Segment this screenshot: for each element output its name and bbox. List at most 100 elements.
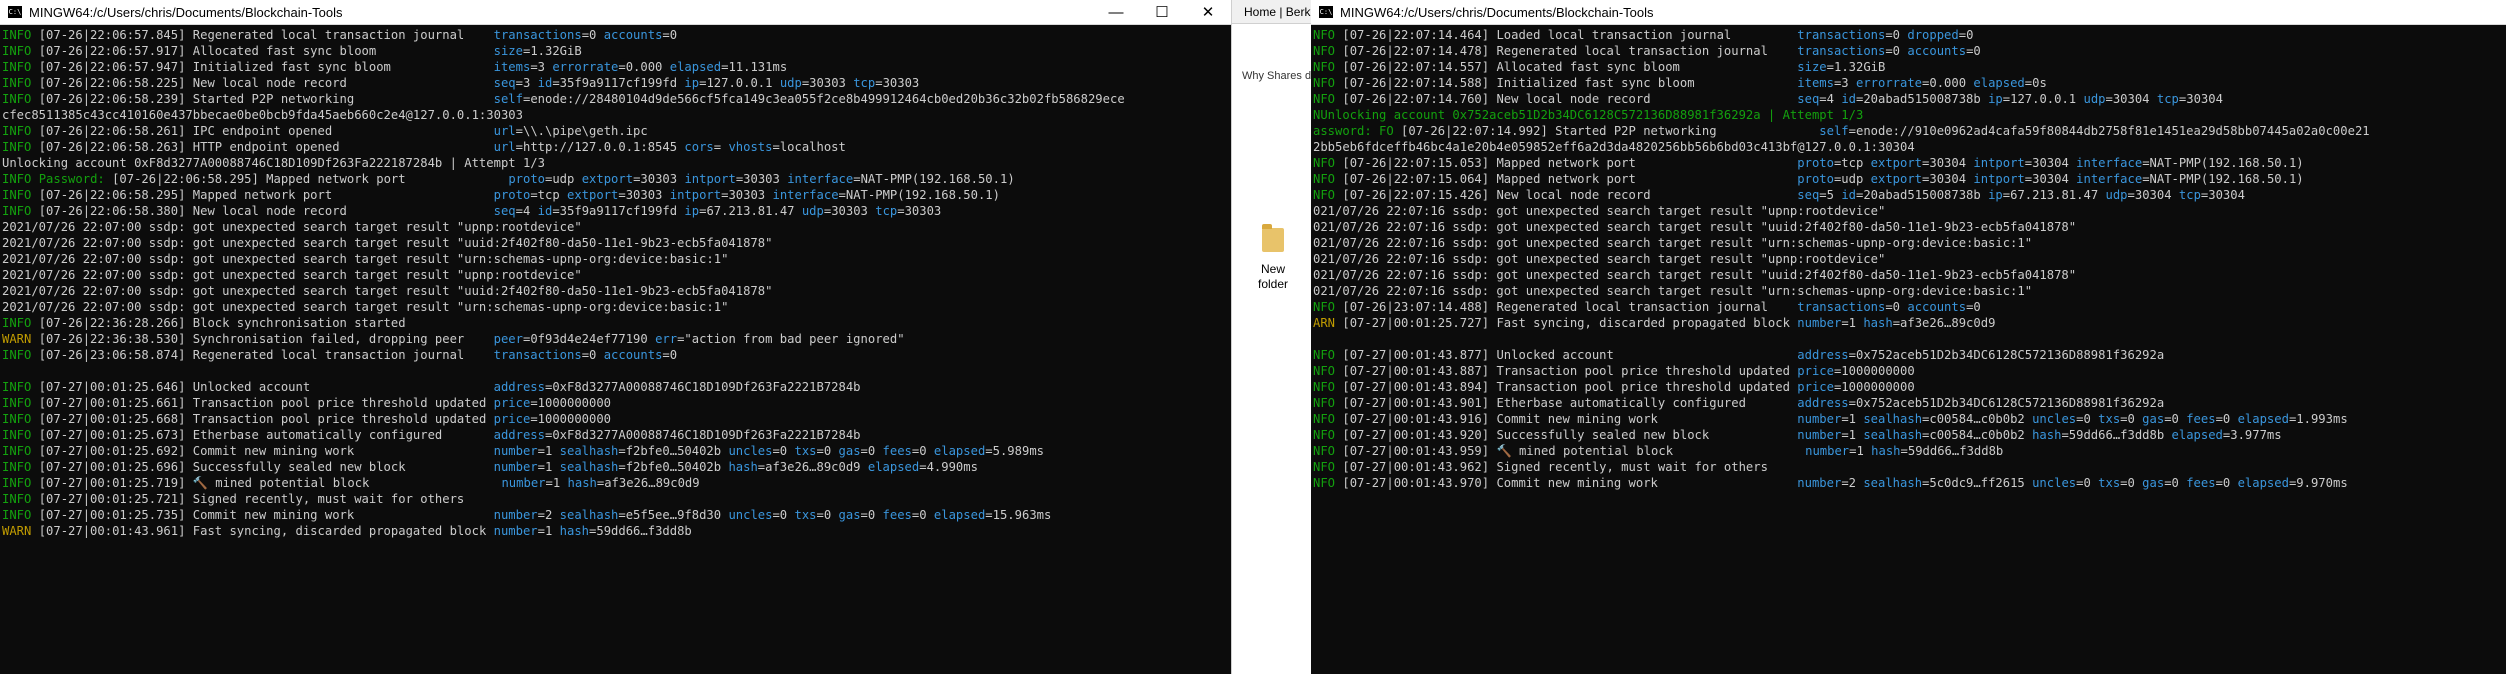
console-text: =0xF8d3277A00088746C18D109Df263Fa2221B72… bbox=[545, 428, 861, 442]
console-text: INFO bbox=[2, 76, 32, 90]
console-text: NFO bbox=[1313, 348, 1336, 362]
console-text: [07-26|22:06:58.295] Mapped network port bbox=[104, 172, 509, 186]
console-text: INFO bbox=[2, 60, 32, 74]
console-output[interactable]: NFO [07-26|22:07:14.464] Loaded local tr… bbox=[1311, 25, 2506, 674]
console-line: NFO [07-26|22:07:14.464] Loaded local tr… bbox=[1313, 27, 2506, 43]
console-text: [07-26|22:06:58.295] Mapped network port bbox=[31, 188, 494, 202]
console-text: [07-27|00:01:25.727] Fast syncing, disca… bbox=[1335, 316, 1798, 330]
console-text: url bbox=[493, 140, 516, 154]
console-line: Unlocking account 0xF8d3277A00088746C18D… bbox=[2, 155, 1231, 171]
console-text: [07-26|23:07:14.488] Regenerated local t… bbox=[1335, 300, 1798, 314]
console-text: =enode://910e0962ad4cafa59f80844db2758f8… bbox=[1848, 124, 2370, 138]
console-text: NFO bbox=[1313, 380, 1336, 394]
console-text: INFO bbox=[2, 348, 32, 362]
console-text: [07-27|00:01:25.719] 🔨 mined potential b… bbox=[31, 476, 502, 490]
file-explorer-background[interactable]: Home | Berk Why Shares d New folder bbox=[1231, 0, 1312, 674]
console-text: elapsed bbox=[2237, 476, 2289, 490]
folder-icon[interactable] bbox=[1262, 224, 1284, 252]
console-text: address bbox=[493, 428, 545, 442]
console-line: INFO [07-27|00:01:25.719] 🔨 mined potent… bbox=[2, 475, 1231, 491]
console-text: =1 bbox=[1841, 428, 1864, 442]
folder-label[interactable]: New folder bbox=[1250, 262, 1296, 292]
console-text: [07-27|00:01:25.696] Successfully sealed… bbox=[31, 460, 494, 474]
console-text: url bbox=[493, 124, 516, 138]
terminal-window-left[interactable]: C:\ MINGW64:/c/Users/chris/Documents/Blo… bbox=[0, 0, 1231, 674]
console-output[interactable]: INFO [07-26|22:06:57.845] Regenerated lo… bbox=[0, 25, 1231, 674]
console-text: NFO bbox=[1313, 28, 1336, 42]
console-text: [07-27|00:01:43.901] Etherbase automatic… bbox=[1335, 396, 1798, 410]
console-text: assword: FO bbox=[1313, 124, 1394, 138]
console-text: sealhash bbox=[559, 460, 619, 474]
console-text: INFO bbox=[2, 444, 32, 458]
console-text: =0 bbox=[2076, 412, 2099, 426]
console-text: 2021/07/26 22:07:00 ssdp: got unexpected… bbox=[2, 252, 729, 266]
console-text: gas bbox=[2142, 476, 2165, 490]
console-text: [07-27|00:01:43.920] Successfully sealed… bbox=[1335, 428, 1798, 442]
console-line: INFO [07-26|22:06:57.917] Allocated fast… bbox=[2, 43, 1231, 59]
console-text: gas bbox=[838, 508, 861, 522]
console-text: [07-27|00:01:25.673] Etherbase automatic… bbox=[31, 428, 494, 442]
console-text: elapsed bbox=[2237, 412, 2289, 426]
console-text: [07-27|00:01:25.721] Signed recently, mu… bbox=[31, 492, 465, 506]
console-text: =0 bbox=[2120, 412, 2143, 426]
console-text: [07-26|22:07:15.426] New local node reco… bbox=[1335, 188, 1798, 202]
console-text: INFO bbox=[2, 28, 32, 42]
console-text: sealhash bbox=[559, 444, 619, 458]
console-text: =0 bbox=[1966, 300, 1981, 314]
title-bar[interactable]: C:\ MINGW64:/c/Users/chris/Documents/Blo… bbox=[1311, 0, 2506, 25]
terminal-window-right[interactable]: C:\ MINGW64:/c/Users/chris/Documents/Blo… bbox=[1311, 0, 2506, 674]
console-text: =f2bfe0…50402b bbox=[618, 444, 729, 458]
console-text: =1000000000 bbox=[530, 396, 612, 410]
console-text: =30303 bbox=[875, 76, 920, 90]
console-text: price bbox=[1797, 364, 1834, 378]
console-text: =1 bbox=[537, 444, 560, 458]
console-text: [07-27|00:01:43.961] Fast syncing, disca… bbox=[31, 524, 494, 538]
console-text: [07-27|00:01:43.877] Unlocked account bbox=[1335, 348, 1798, 362]
console-text: =3 bbox=[515, 76, 538, 90]
console-text: proto bbox=[1797, 156, 1834, 170]
console-text: [07-26|22:06:58.261] IPC endpoint opened bbox=[31, 124, 494, 138]
console-text: NFO bbox=[1313, 156, 1336, 170]
console-text: NFO bbox=[1313, 412, 1336, 426]
console-text: extport bbox=[1870, 172, 1923, 186]
console-text: =1.32GiB bbox=[1826, 60, 1886, 74]
console-text: intport bbox=[669, 188, 722, 202]
console-text: NFO bbox=[1313, 172, 1336, 186]
console-text: transactions bbox=[493, 28, 582, 42]
console-text: self bbox=[1819, 124, 1849, 138]
console-text: 2021/07/26 22:07:00 ssdp: got unexpected… bbox=[2, 268, 582, 282]
console-text: =0 bbox=[911, 508, 934, 522]
console-text: =f2bfe0…50402b bbox=[618, 460, 729, 474]
title-bar[interactable]: C:\ MINGW64:/c/Users/chris/Documents/Blo… bbox=[0, 0, 1231, 25]
console-text: =0 bbox=[1885, 300, 1908, 314]
close-button[interactable]: ✕ bbox=[1185, 0, 1231, 24]
console-text: =59dd66…f3dd8b bbox=[2061, 428, 2172, 442]
console-text: self bbox=[493, 92, 523, 106]
console-text: =1 bbox=[545, 476, 568, 490]
browser-tab[interactable]: Home | Berk bbox=[1232, 0, 1312, 24]
console-text: =0 bbox=[911, 444, 934, 458]
console-text: hash bbox=[559, 524, 590, 538]
console-text: INFO bbox=[2, 92, 32, 106]
console-text: =9.970ms bbox=[2288, 476, 2348, 490]
console-text: =30303 bbox=[618, 188, 670, 202]
console-text: =af3e26…89c0d9 bbox=[1892, 316, 1996, 330]
console-line: INFO [07-27|00:01:25.692] Commit new min… bbox=[2, 443, 1231, 459]
console-text: [07-27|00:01:25.646] Unlocked account bbox=[31, 380, 494, 394]
maximize-button[interactable]: ☐ bbox=[1139, 0, 1185, 24]
console-text: =tcp bbox=[530, 188, 567, 202]
console-text: 021/07/26 22:07:16 ssdp: got unexpected … bbox=[1313, 204, 1886, 218]
console-text: tcp bbox=[2178, 188, 2201, 202]
minimize-button[interactable]: — bbox=[1093, 0, 1139, 24]
console-text: intport bbox=[1973, 172, 2025, 186]
console-text: =0 bbox=[581, 28, 604, 42]
console-line: INFO [07-26|22:06:58.380] New local node… bbox=[2, 203, 1231, 219]
console-text: [07-27|00:01:43.959] 🔨 mined potential b… bbox=[1335, 444, 1806, 458]
console-text: INFO bbox=[2, 188, 32, 202]
console-text: fees bbox=[882, 508, 912, 522]
console-text: size bbox=[1797, 60, 1827, 74]
console-text: vhosts bbox=[728, 140, 773, 154]
terminal-app-icon: C:\ bbox=[8, 6, 22, 18]
console-text: =\\.\pipe\geth.ipc bbox=[515, 124, 648, 138]
console-text: =30304 bbox=[2024, 156, 2077, 170]
